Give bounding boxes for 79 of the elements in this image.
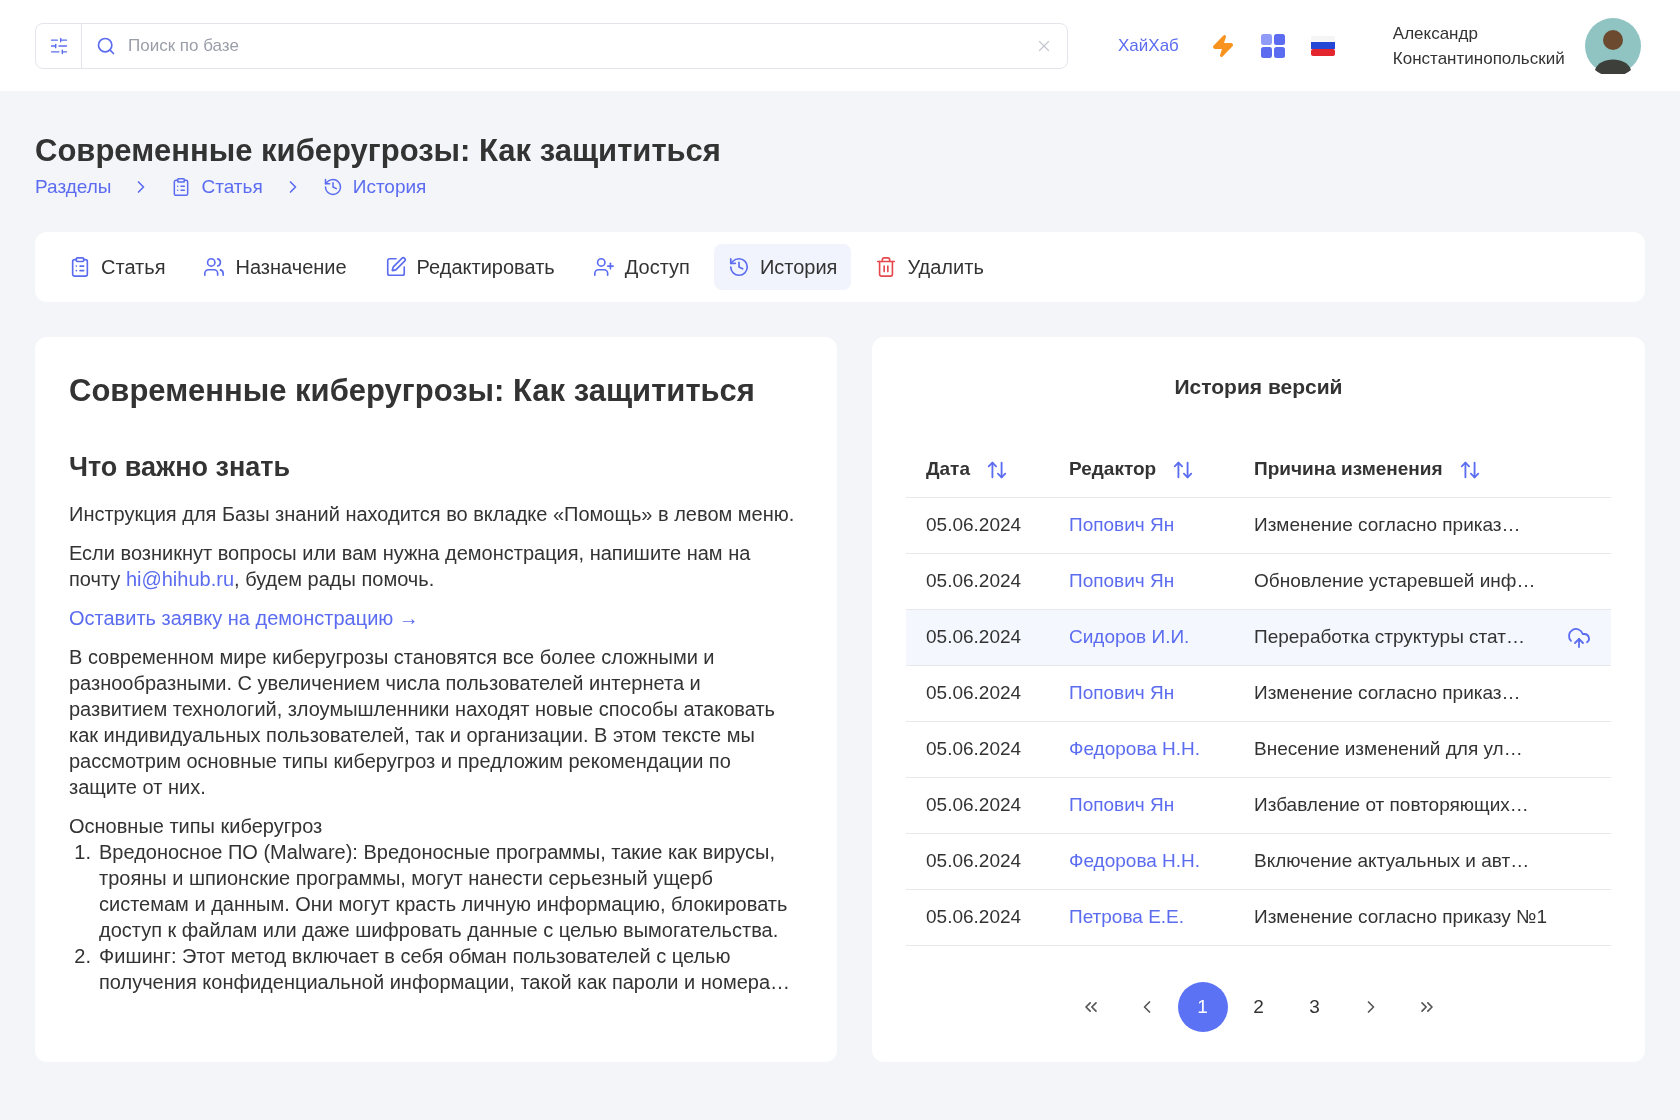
paragraph: В современном мире киберугрозы становятся все более сложными и разнообразными. С увеличением числа пользователей интернета и развитием технологий, злоумышленники находят новые способы атаковать как индивидуальных пользователей, так и организации. В этом тексте мы рассмотрим основные типы киберугроз и предложим рекомендации по защите от них.: [69, 645, 776, 800]
avatar[interactable]: [1584, 17, 1641, 74]
list-item: Вредоносное ПО (Malware): Вредоносные программы, такие как вирусы, трояны и шпионские программы, могут нанести серьезный ущерб системам и данным. Они могут красть личную информацию, блокировать доступ к файлам или даже шифровать данные с целью вымогательства.: [99, 840, 789, 943]
clipboard-icon: [69, 255, 91, 278]
column-header: Дата: [926, 457, 970, 482]
table-row[interactable]: 05.06.2024 Попович Ян Изменение согласно приказ…: [906, 498, 1611, 554]
history-icon: [322, 177, 343, 198]
table-row[interactable]: 05.06.2024 Попович Ян Изменение согласно приказ…: [906, 666, 1611, 722]
table-cell: 05.06.2024: [926, 626, 1022, 648]
list-heading: Основные типы киберугроз: [69, 814, 324, 839]
page-button[interactable]: 3: [1289, 982, 1340, 1032]
search-bar[interactable]: Поиск по базе: [35, 22, 1068, 69]
editor-link[interactable]: Попович Ян: [1069, 514, 1175, 536]
tab[interactable]: История: [713, 243, 852, 290]
flag-icon[interactable]: [1310, 35, 1335, 56]
tab[interactable]: Назначение: [189, 243, 361, 290]
demo-request-link[interactable]: Оставить заявку на демонстрацию →: [69, 605, 419, 631]
table-row[interactable]: 05.06.2024 Федорова Н.Н. Внесение изменений для ул…: [906, 722, 1611, 778]
grid-icon[interactable]: [1260, 33, 1285, 58]
trash-icon: [875, 255, 898, 278]
table-cell: Изменение согласно приказ…: [1254, 514, 1521, 536]
table-row[interactable]: 05.06.2024 Петрова Е.Е. Изменение согласно приказу №1: [906, 890, 1611, 946]
table-cell: 05.06.2024: [926, 794, 1022, 816]
email-link[interactable]: hi@hihub.ru: [125, 568, 235, 590]
list-item: Фишинг: Этот метод включает в себя обман пользователей с целью получения конфиденциальной информации, такой как пароли и номера…: [99, 944, 792, 995]
editor-link[interactable]: Попович Ян: [1069, 682, 1175, 704]
table-cell: Переработка структуры стат…: [1254, 626, 1525, 648]
column-header: Редактор: [1069, 457, 1157, 482]
edit-icon: [384, 255, 407, 278]
table-cell: Избавление от повторяющих…: [1254, 794, 1529, 816]
filter-icon[interactable]: [48, 35, 69, 56]
editor-link[interactable]: Попович Ян: [1069, 570, 1175, 592]
paragraph: Если возникнут вопросы или вам нужна демонстрация, напишите нам на почту hi@hihub.ru, будем рады помочь.: [69, 541, 752, 592]
list-number: 1.: [73, 840, 92, 865]
table-cell: Включение актуальных и авт…: [1254, 850, 1530, 872]
table-cell: 05.06.2024: [926, 738, 1022, 760]
table-cell: Обновление устаревшей инф…: [1254, 570, 1536, 592]
paragraph: Инструкция для Базы знаний находится во вкладке «Помощь» в левом меню.: [69, 502, 796, 527]
cloud-upload-icon[interactable]: [1567, 625, 1591, 650]
user-name: Александр: [1392, 22, 1479, 45]
search-icon: [96, 35, 116, 56]
history-icon: [727, 255, 750, 278]
breadcrumb-link[interactable]: Статья: [171, 173, 263, 202]
table-cell: 05.06.2024: [926, 850, 1022, 872]
editor-link[interactable]: Попович Ян: [1069, 794, 1175, 816]
brand-link[interactable]: ХайХаб: [1118, 32, 1179, 59]
card-title: История версий: [1174, 373, 1343, 400]
tab[interactable]: Доступ: [578, 243, 704, 290]
section-heading: Что важно знать: [69, 450, 292, 484]
editor-link[interactable]: Сидоров И.И.: [1069, 626, 1190, 648]
table-row[interactable]: 05.06.2024 Федорова Н.Н. Включение актуальных и авт…: [906, 834, 1611, 890]
table-cell: Изменение согласно приказу №1: [1254, 906, 1548, 928]
editor-link[interactable]: Федорова Н.Н.: [1069, 738, 1201, 760]
search-field[interactable]: Поиск по базе: [128, 32, 1035, 59]
tab[interactable]: Статья: [55, 243, 180, 290]
page-button[interactable]: 1: [1177, 982, 1228, 1032]
page-button[interactable]: 2: [1233, 982, 1284, 1032]
table-cell: Изменение согласно приказ…: [1254, 682, 1521, 704]
table-cell: 05.06.2024: [926, 514, 1022, 536]
table-cell: 05.06.2024: [926, 570, 1022, 592]
user-surname: Константинопольский: [1392, 47, 1565, 70]
table-cell: 05.06.2024: [926, 906, 1022, 928]
list-number: 2.: [73, 944, 92, 969]
breadcrumb-link[interactable]: История: [322, 173, 427, 202]
editor-link[interactable]: Петрова Е.Е.: [1069, 906, 1185, 928]
article-title: Современные киберугрозы: Как защититься: [69, 371, 756, 410]
table-row[interactable]: 05.06.2024 Сидоров И.И. Переработка структуры стат…: [906, 610, 1611, 666]
table-cell: 05.06.2024: [926, 682, 1022, 704]
breadcrumb-link[interactable]: Разделы: [35, 173, 112, 202]
table-row[interactable]: 05.06.2024 Попович Ян Избавление от повторяющих…: [906, 778, 1611, 834]
tab[interactable]: Редактировать: [370, 243, 569, 290]
user-plus-icon: [592, 255, 615, 278]
column-header: Причина изменения: [1254, 457, 1443, 482]
editor-link[interactable]: Федорова Н.Н.: [1069, 850, 1201, 872]
page-title: Современные киберугрозы: Как защититься: [35, 132, 721, 170]
lightning-icon[interactable]: [1210, 33, 1235, 58]
tab[interactable]: Удалить: [861, 243, 998, 290]
users-icon: [203, 255, 226, 278]
table-cell: Внесение изменений для ул…: [1254, 738, 1523, 760]
